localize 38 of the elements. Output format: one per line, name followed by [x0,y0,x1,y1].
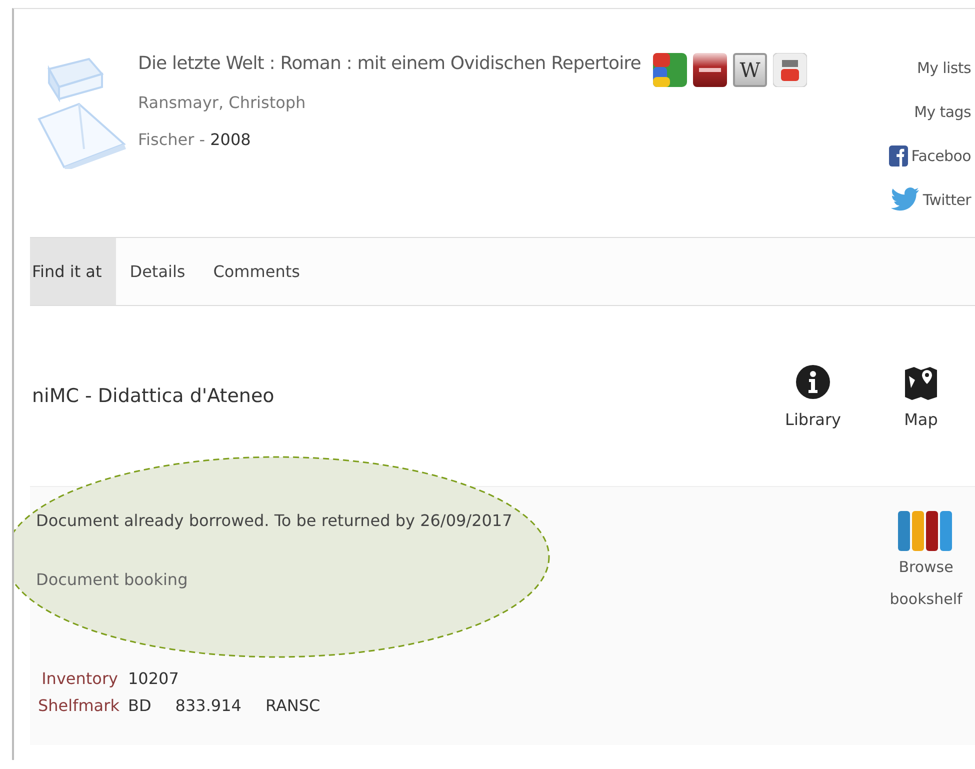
field-value: 833.914 [175,696,242,715]
bookshelf-label: bookshelf [890,589,962,610]
field-value: BD [128,696,152,715]
wikipedia-icon[interactable]: W [732,53,767,87]
action-label: Library [785,410,841,428]
author-link[interactable]: Ransmayr, Christoph [138,93,871,112]
tab[interactable]: Details [116,238,200,305]
map-button[interactable]: Map [903,364,939,428]
record-title[interactable]: Die letzte Welt : Roman : mit einem Ovidischen Repertoire [138,53,641,74]
booking-link[interactable]: Document booking [36,570,881,589]
bird-icon [890,187,920,213]
bookshelf-button[interactable]: Browse bookshelf [881,511,971,615]
tab[interactable]: Comments [199,238,314,305]
publisher-text: Fischer - 2008 [138,130,252,149]
books-icon [898,511,954,551]
twitter-link[interactable]: Twitter [890,183,971,217]
link-label: Faceboo [911,147,971,165]
user-link[interactable]: My lists [916,51,971,85]
user-link[interactable]: My tags [914,95,971,129]
search-engine-icon[interactable] [652,53,687,87]
loan-status: Document already borrowed. To be returned by 26/09/2017 [36,511,514,530]
library-info-button[interactable]: Library [785,364,841,428]
field-value: RANSC [265,696,320,715]
field-value: 10207 [128,669,179,688]
video-icon[interactable] [772,53,807,87]
field-label: Shelfmark [38,696,118,715]
facebook-link[interactable]: Faceboo [889,139,971,173]
link-label: Twitter [922,191,971,209]
catalog-icon[interactable] [692,53,727,87]
link-label: My tags [914,103,971,121]
facebook-icon [889,145,908,167]
action-label: Map [904,410,938,428]
info-icon [795,364,832,400]
library-name: niMC - Didattica d'Ateneo [32,385,276,407]
bookshelf-label: Browse [898,557,954,578]
link-label: My lists [916,59,971,77]
field-label: Inventory [40,669,118,688]
tab[interactable]: Find it at [30,238,116,305]
